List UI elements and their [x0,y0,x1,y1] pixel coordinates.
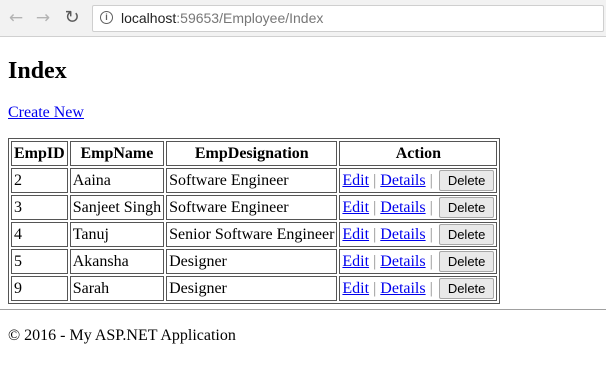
action-separator: | [373,226,377,243]
action-separator: | [373,172,377,189]
header-action: Action [339,141,498,166]
url-host: localhost [121,10,177,26]
details-link[interactable]: Details [380,226,425,243]
details-link[interactable]: Details [380,253,425,270]
cell-actions: Edit | Details | Delete [339,249,498,274]
cell-actions: Edit | Details | Delete [339,222,498,247]
edit-link[interactable]: Edit [342,280,369,297]
address-bar[interactable]: i localhost:59653/Employee/Index [92,5,604,32]
footer-divider [0,309,606,310]
cell-empdesignation: Software Engineer [166,168,338,193]
cell-empdesignation: Senior Software Engineer [166,222,338,247]
cell-actions: Edit | Details | Delete [339,276,498,301]
delete-button[interactable]: Delete [438,278,495,299]
cell-empid: 2 [11,168,68,193]
edit-link[interactable]: Edit [342,226,369,243]
cell-empdesignation: Designer [166,249,338,274]
footer-copyright: © 2016 - My ASP.NET Application [8,327,236,344]
header-empid: EmpID [11,141,68,166]
url-text[interactable]: localhost:59653/Employee/Index [121,10,323,26]
back-arrow-icon[interactable]: ← [6,8,26,28]
cell-empname: Sarah [69,276,165,301]
delete-button[interactable]: Delete [438,197,495,218]
table-row: 3 Sanjeet Singh Software Engineer Edit | De… [11,195,498,220]
cell-empid: 5 [11,249,68,274]
table-row: 9 Sarah Designer Edit | Details | Delete [11,276,498,301]
create-new-link[interactable]: Create New [8,104,84,122]
cell-actions: Edit | Details | Delete [339,168,498,193]
browser-toolbar: ← → ↻ i localhost:59653/Employee/Index [0,0,606,37]
action-separator: | [429,226,433,243]
action-separator: | [429,172,433,189]
table-row: 2 Aaina Software Engineer Edit | Details | … [11,168,498,193]
employee-table: EmpID EmpName EmpDesignation Action 2 Aai… [8,138,501,304]
delete-button[interactable]: Delete [438,224,495,245]
cell-empname: Tanuj [69,222,165,247]
action-separator: | [429,199,433,216]
action-separator: | [429,253,433,270]
table-row: 5 Akansha Designer Edit | Details | Delete [11,249,498,274]
table-row: 4 Tanuj Senior Software Engineer Edit | Det… [11,222,498,247]
cell-empid: 9 [11,276,68,301]
cell-empid: 4 [11,222,68,247]
details-link[interactable]: Details [380,280,425,297]
delete-button[interactable]: Delete [438,251,495,272]
details-link[interactable]: Details [380,172,425,189]
cell-actions: Edit | Details | Delete [339,195,498,220]
action-separator: | [373,199,377,216]
action-separator: | [373,280,377,297]
reload-icon[interactable]: ↻ [62,8,82,28]
info-icon[interactable]: i [100,11,113,24]
table-header-row: EmpID EmpName EmpDesignation Action [11,141,498,166]
cell-empdesignation: Software Engineer [166,195,338,220]
cell-empname: Sanjeet Singh [69,195,165,220]
cell-empdesignation: Designer [166,276,338,301]
action-separator: | [373,253,377,270]
cell-empname: Akansha [69,249,165,274]
main-content: Index Create New EmpID EmpName EmpDesign… [8,57,598,304]
edit-link[interactable]: Edit [342,253,369,270]
page-title: Index [8,58,67,84]
url-path: :59653/Employee/Index [176,10,324,26]
delete-button[interactable]: Delete [438,170,495,191]
header-empdesignation: EmpDesignation [166,141,338,166]
action-separator: | [429,280,433,297]
edit-link[interactable]: Edit [342,199,369,216]
forward-arrow-icon[interactable]: → [33,8,53,28]
cell-empname: Aaina [69,168,165,193]
details-link[interactable]: Details [380,199,425,216]
header-empname: EmpName [69,141,165,166]
cell-empid: 3 [11,195,68,220]
edit-link[interactable]: Edit [342,172,369,189]
